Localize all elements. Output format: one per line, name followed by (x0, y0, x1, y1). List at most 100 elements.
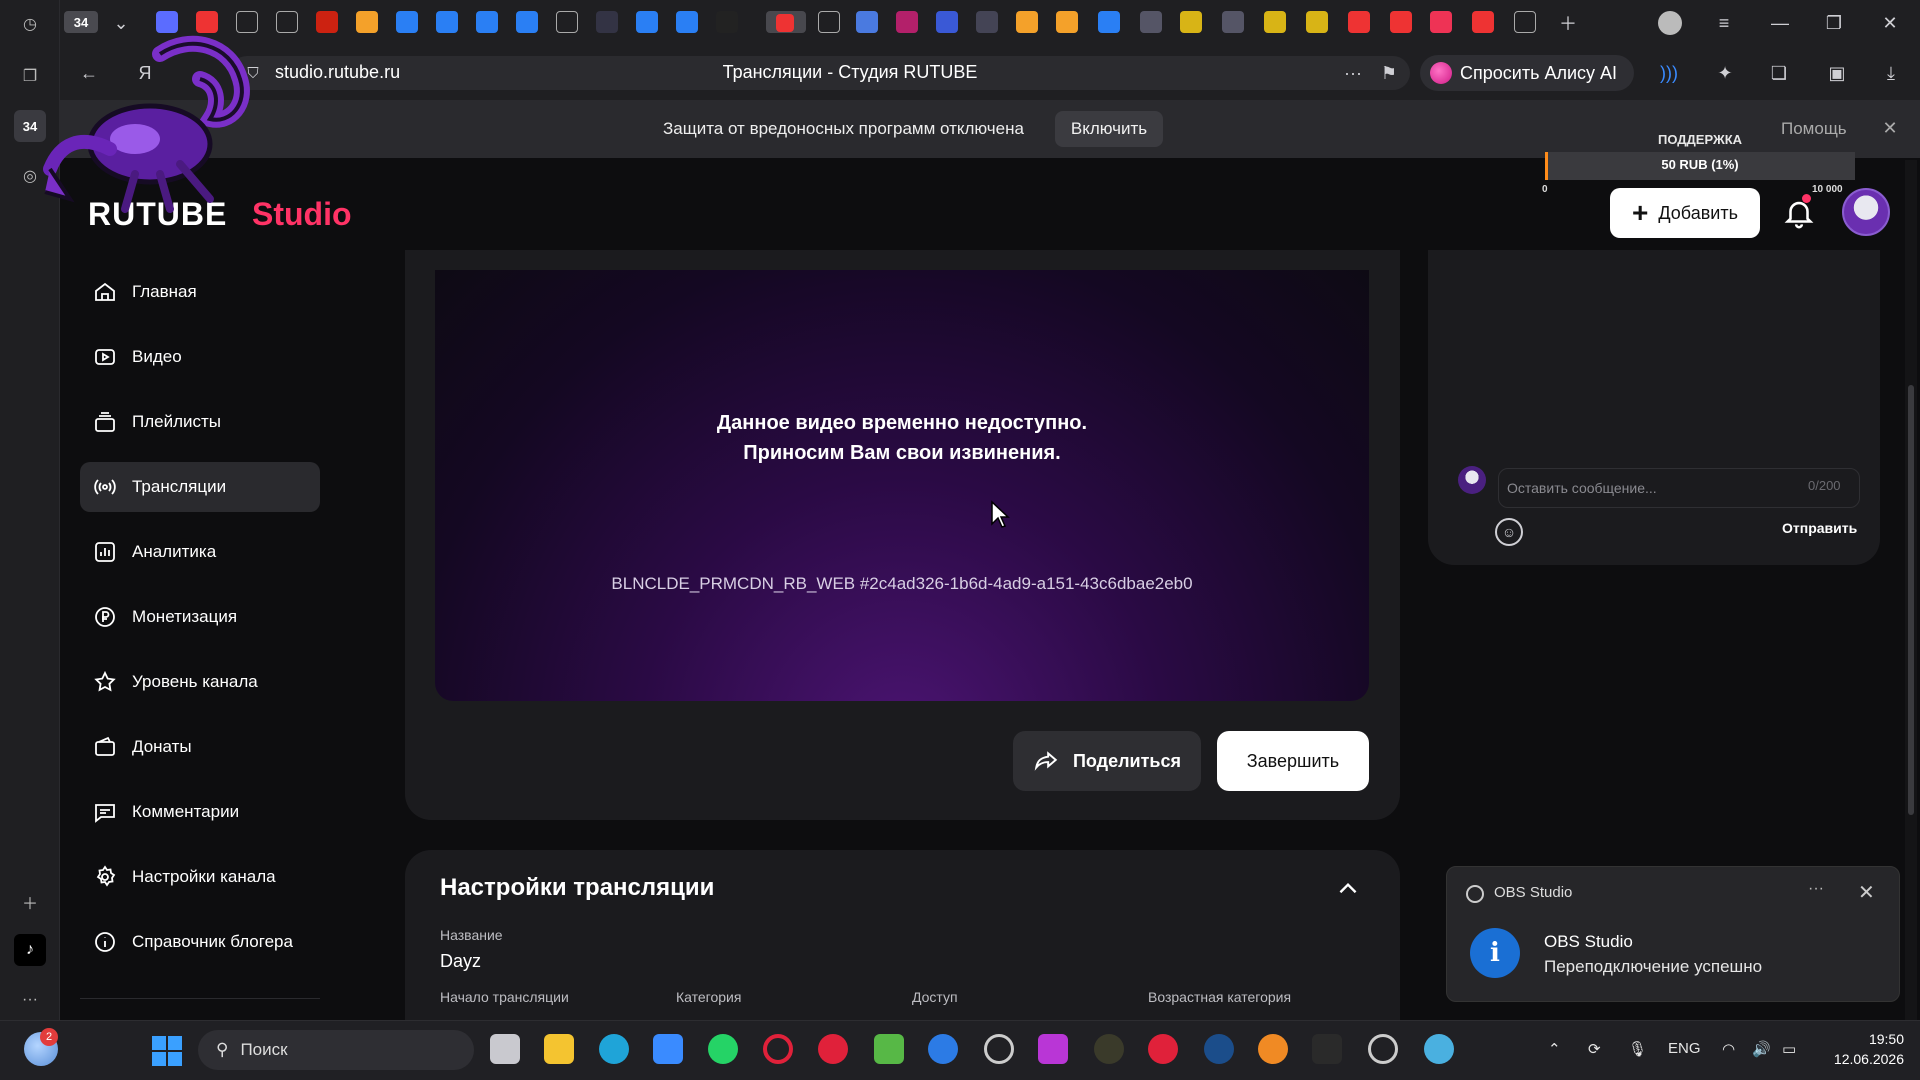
tab-favicon[interactable] (1390, 11, 1412, 33)
obs-taskbar-icon[interactable] (984, 1034, 1014, 1064)
share-button[interactable]: Поделиться (1013, 731, 1201, 791)
tab-favicon[interactable] (1180, 11, 1202, 33)
game-icon[interactable] (1094, 1034, 1124, 1064)
start-button[interactable] (152, 1036, 182, 1066)
voice-icon[interactable]: ))) (1656, 60, 1682, 86)
picsart-icon[interactable] (1038, 1034, 1068, 1064)
new-tab-icon[interactable]: ＋ (1556, 11, 1580, 35)
sidebar-item-channel-settings[interactable]: Настройки канала (80, 852, 320, 902)
chat-message-input[interactable] (1498, 468, 1860, 508)
extension-icon[interactable]: ▣ (1824, 60, 1850, 86)
clock-date[interactable]: 12.06.2026 (1822, 1051, 1904, 1067)
taskbar-search[interactable]: ⚲ Поиск (198, 1030, 474, 1070)
tab-favicon[interactable] (896, 11, 918, 33)
sidebar-item-playlists[interactable]: Плейлисты (80, 397, 320, 447)
avatar[interactable] (1842, 188, 1890, 236)
enable-protection-button[interactable]: Включить (1055, 111, 1163, 147)
download-icon[interactable]: ⤓ (1878, 60, 1904, 86)
profile-icon[interactable] (1658, 11, 1682, 35)
restore-icon[interactable]: ❐ (1822, 11, 1846, 35)
sidebar-item-monetization[interactable]: Монетизация (80, 592, 320, 642)
tab-favicon[interactable] (1056, 11, 1078, 33)
tab-favicon[interactable] (1514, 11, 1536, 33)
tray-chevron-icon[interactable]: ⌃ (1548, 1040, 1561, 1058)
tab-favicon[interactable] (556, 11, 578, 33)
store-icon[interactable] (653, 1034, 683, 1064)
ask-alice-button[interactable]: Спросить Алису AI (1420, 55, 1634, 91)
minimize-icon[interactable]: — (1768, 11, 1792, 35)
tab-favicon[interactable] (1098, 11, 1120, 33)
battery-icon[interactable]: ▭ (1782, 1040, 1796, 1058)
bell-icon[interactable] (1782, 196, 1816, 230)
menu-icon[interactable]: ≡ (1712, 11, 1736, 35)
tab-favicon[interactable] (1140, 11, 1162, 33)
tab-favicon[interactable] (596, 11, 618, 33)
add-button[interactable]: + Добавить (1610, 188, 1760, 238)
whatsapp-icon[interactable] (708, 1034, 738, 1064)
tab-favicon[interactable] (856, 11, 878, 33)
close-window-icon[interactable]: ✕ (1878, 11, 1902, 35)
tab-favicon[interactable] (1222, 11, 1244, 33)
tab-favicon[interactable] (396, 11, 418, 33)
task-view-icon[interactable] (490, 1034, 520, 1064)
tiktok-icon[interactable]: ♪ (14, 934, 46, 966)
wifi-icon[interactable]: ◠ (1722, 1040, 1735, 1058)
tab-favicon[interactable] (1016, 11, 1038, 33)
bookmark-icon[interactable]: ⚑ (1376, 60, 1402, 86)
sync-icon[interactable]: ⟳ (1588, 1040, 1601, 1058)
steam-icon[interactable] (1204, 1034, 1234, 1064)
tab-favicon[interactable] (356, 11, 378, 33)
more-icon[interactable]: ··· (14, 984, 46, 1016)
obs-studio-icon[interactable] (1368, 1034, 1398, 1064)
sidebar-item-comments[interactable]: Комментарии (80, 787, 320, 837)
chevron-up-icon[interactable] (1335, 876, 1361, 902)
volume-icon[interactable]: 🔊 (1752, 1040, 1771, 1058)
bluestacks-icon[interactable] (874, 1034, 904, 1064)
tab-favicon[interactable] (676, 11, 698, 33)
youtube-icon[interactable] (1148, 1034, 1178, 1064)
clock-time[interactable]: 19:50 (1858, 1031, 1904, 1047)
sidebar-item-broadcasts[interactable]: Трансляции (80, 462, 320, 512)
scrollbar-thumb[interactable] (1908, 385, 1914, 815)
finish-button[interactable]: Завершить (1217, 731, 1369, 791)
opera-icon[interactable] (763, 1034, 793, 1064)
tab-favicon[interactable] (516, 11, 538, 33)
collections-toolbar-icon[interactable]: ❏ (1766, 60, 1792, 86)
tab-favicon[interactable] (316, 11, 338, 33)
notification-more-icon[interactable]: ··· (1808, 880, 1824, 898)
add-panel-icon[interactable]: ＋ (14, 886, 46, 918)
sidebar-item-blogger-guide[interactable]: Справочник блогера (80, 917, 320, 967)
file-explorer-icon[interactable] (544, 1034, 574, 1064)
tab-favicon[interactable] (936, 11, 958, 33)
microphone-icon[interactable]: 🎙 (1628, 1040, 1647, 1058)
more-options-icon[interactable]: ··· (1340, 60, 1366, 86)
language-indicator[interactable]: ENG (1668, 1040, 1701, 1057)
extensions-icon[interactable]: ✦ (1712, 60, 1738, 86)
tab-favicon[interactable] (976, 11, 998, 33)
tab-favicon[interactable] (476, 11, 498, 33)
yandex-browser-icon[interactable] (818, 1034, 848, 1064)
tab-favicon[interactable] (276, 11, 298, 33)
close-icon[interactable]: ✕ (1858, 880, 1875, 905)
tab-favicon[interactable] (1348, 11, 1370, 33)
tab-favicon[interactable] (716, 11, 738, 33)
tab-favicon[interactable] (636, 11, 658, 33)
url-text[interactable]: studio.rutube.ru (275, 62, 400, 83)
tab-favicon[interactable] (818, 11, 840, 33)
send-button[interactable]: Отправить (1782, 520, 1857, 536)
close-warning-icon[interactable]: ✕ (1878, 116, 1902, 140)
video-player[interactable] (435, 270, 1369, 701)
tab-favicon[interactable] (1430, 11, 1452, 33)
sidebar-item-channel-level[interactable]: Уровень канала (80, 657, 320, 707)
sidebar-item-home[interactable]: Главная (80, 267, 320, 317)
sidebar-item-donations[interactable]: Донаты (80, 722, 320, 772)
sidebar-item-video[interactable]: Видео (80, 332, 320, 382)
blender-icon[interactable] (1258, 1034, 1288, 1064)
emoji-icon[interactable]: ☺ (1495, 518, 1523, 546)
sidebar-item-analytics[interactable]: Аналитика (80, 527, 320, 577)
tab-favicon[interactable] (1472, 11, 1494, 33)
tab-favicon[interactable] (436, 11, 458, 33)
dayz-icon[interactable] (1312, 1034, 1342, 1064)
edge-icon[interactable] (599, 1034, 629, 1064)
tab-favicon[interactable] (1264, 11, 1286, 33)
